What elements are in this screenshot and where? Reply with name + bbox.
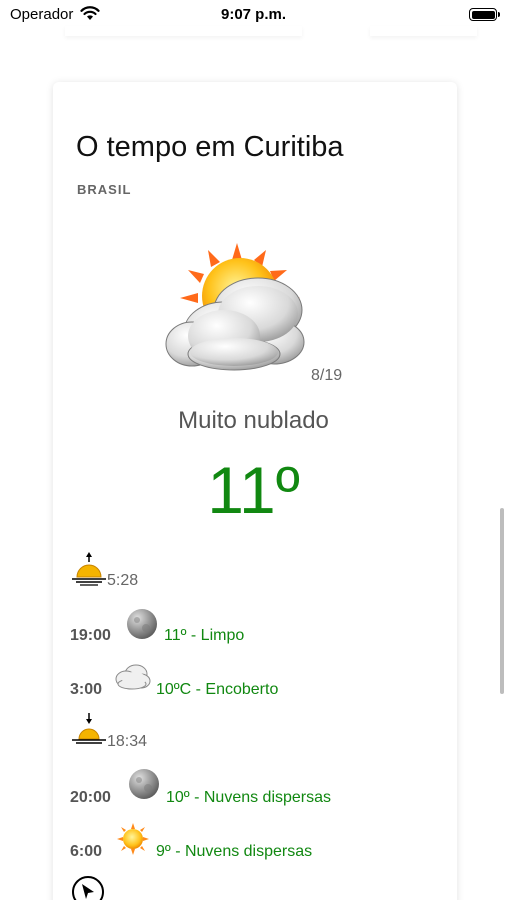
status-bar: Operador 9:07 p.m. xyxy=(0,0,507,28)
forecast-time: 6:00 xyxy=(70,843,103,860)
cloud-icon xyxy=(115,664,151,690)
sunset-icon xyxy=(72,713,106,744)
sunset-time: 18:34 xyxy=(107,733,148,750)
previous-card-edge xyxy=(65,26,302,36)
forecast-time: 3:00 xyxy=(70,681,103,698)
sunrise-time: 5:28 xyxy=(107,572,139,589)
previous-card-edge xyxy=(370,26,477,36)
sunset-row: 18:34 xyxy=(70,713,270,753)
wind-direction-icon xyxy=(72,876,104,900)
moon-icon xyxy=(127,609,157,639)
temperature-value: 11º xyxy=(207,453,300,527)
forecast-description: 11º - Limpo xyxy=(164,627,245,644)
scrollbar[interactable] xyxy=(500,508,504,694)
forecast-row: 19:00 11º - Limpo xyxy=(70,608,390,648)
clock: 9:07 p.m. xyxy=(220,6,287,23)
sunrise-row: 5:28 xyxy=(70,552,270,592)
battery-icon xyxy=(469,8,500,21)
forecast-row: 20:00 10º - Nuvens dispersas xyxy=(70,768,410,808)
forecast-description: 10ºC - Encoberto xyxy=(156,681,279,698)
sunrise-icon xyxy=(72,552,106,586)
image-counter: 8/19 xyxy=(311,367,343,384)
forecast-time: 19:00 xyxy=(70,627,111,644)
forecast-row: 3:00 10ºC - Encoberto xyxy=(70,660,390,700)
forecast-description: 9º - Nuvens dispersas xyxy=(156,843,313,860)
forecast-description: 10º - Nuvens dispersas xyxy=(166,789,332,806)
city-title: O tempo em Curitiba xyxy=(76,131,344,163)
forecast-time: 20:00 xyxy=(70,789,111,806)
moon-icon xyxy=(129,769,159,799)
partly-cloudy-sun-icon[interactable] xyxy=(162,238,312,378)
forecast-row: 6:00 9º - Nuvens dispersas xyxy=(70,822,410,862)
condition-label: Muito nublado xyxy=(178,407,329,434)
country-label: BRASIL xyxy=(77,182,132,197)
sun-icon xyxy=(117,823,149,855)
